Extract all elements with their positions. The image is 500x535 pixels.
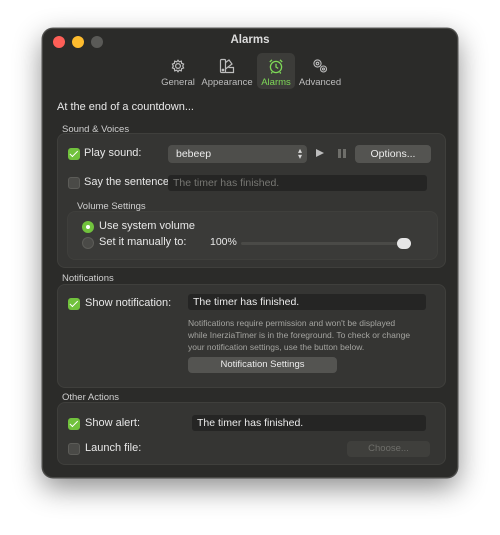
use-system-volume-radio[interactable] xyxy=(82,221,94,233)
tab-general-label: General xyxy=(161,77,195,88)
say-sentence-field[interactable]: The timer has finished. xyxy=(168,175,427,191)
show-alert-label: Show alert: xyxy=(85,417,141,429)
tab-alarms-label: Alarms xyxy=(261,77,291,88)
volume-settings-panel: Use system volume Set it manually to: 10… xyxy=(67,211,438,260)
notifications-panel: Show notification: The timer has finishe… xyxy=(57,284,446,388)
section-label-notifications: Notifications xyxy=(62,273,114,284)
tab-general[interactable]: General xyxy=(160,53,196,89)
volume-slider-knob[interactable] xyxy=(397,238,411,249)
play-icon[interactable] xyxy=(316,149,324,157)
volume-slider-track[interactable] xyxy=(241,242,411,245)
launch-file-label: Launch file: xyxy=(85,442,142,454)
titlebar: Alarms General Appearance Alarms Advance… xyxy=(43,29,457,89)
notification-settings-button[interactable]: Notification Settings xyxy=(188,357,337,373)
say-sentence-checkbox[interactable] xyxy=(68,177,80,189)
notification-text-field[interactable]: The timer has finished. xyxy=(188,294,426,310)
window-title: Alarms xyxy=(230,34,270,46)
other-actions-panel: Show alert: The timer has finished. Laun… xyxy=(57,402,446,465)
tab-appearance-label: Appearance xyxy=(201,77,253,88)
tab-advanced-label: Advanced xyxy=(298,77,342,88)
tab-advanced[interactable]: Advanced xyxy=(298,53,342,89)
play-sound-checkbox[interactable] xyxy=(68,148,80,160)
notification-permission-note: Notifications require permission and won… xyxy=(188,318,411,352)
gear-icon xyxy=(171,59,185,73)
show-notification-label: Show notification: xyxy=(85,297,172,309)
show-alert-checkbox[interactable] xyxy=(68,418,80,430)
palette-icon xyxy=(219,58,235,74)
gears-icon xyxy=(313,59,328,73)
tab-alarms[interactable]: Alarms xyxy=(257,53,295,89)
say-sentence-label: Say the sentence: xyxy=(84,176,173,188)
alarm-clock-icon xyxy=(269,59,283,74)
pause-icon[interactable] xyxy=(338,149,346,158)
use-system-volume-label: Use system volume xyxy=(99,220,195,232)
volume-value: 100% xyxy=(210,236,237,248)
chevron-updown-icon: ▴ ▾ xyxy=(297,146,302,161)
set-volume-manually-label: Set it manually to: xyxy=(99,236,187,248)
tab-appearance[interactable]: Appearance xyxy=(201,53,253,89)
launch-file-checkbox[interactable] xyxy=(68,443,80,455)
show-notification-checkbox[interactable] xyxy=(68,298,80,310)
alert-text-field[interactable]: The timer has finished. xyxy=(192,415,426,431)
sound-voices-panel: Play sound: bebeep ▴ ▾ Options... Say the… xyxy=(57,133,446,268)
set-volume-manually-radio[interactable] xyxy=(82,237,94,249)
sound-options-button[interactable]: Options... xyxy=(355,145,431,163)
choose-file-button[interactable]: Choose... xyxy=(347,441,430,457)
sound-select-value: bebeep xyxy=(176,148,212,160)
play-sound-label: Play sound: xyxy=(84,147,142,159)
sound-select[interactable]: bebeep ▴ ▾ xyxy=(168,145,307,163)
page-heading: At the end of a countdown... xyxy=(57,101,194,113)
preferences-window: Alarms General Appearance Alarms Advance… xyxy=(42,28,458,478)
toolbar-tabs: General Appearance Alarms Advanced xyxy=(43,53,457,89)
